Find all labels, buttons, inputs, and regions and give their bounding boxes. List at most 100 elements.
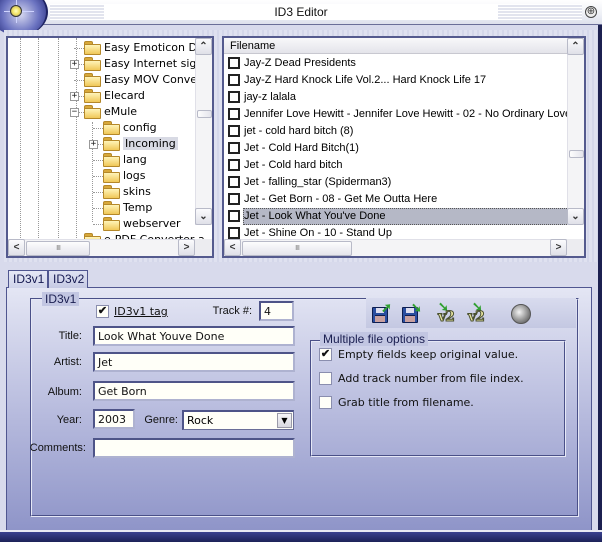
genre-label: Genre: <box>144 414 178 426</box>
expand-icon[interactable]: + <box>70 92 79 101</box>
tree-item-label: webserver <box>123 217 181 230</box>
file-row[interactable]: Jet - Cold Hard Bitch(1) <box>224 140 569 157</box>
tree-item-label: Easy Emoticon Des <box>104 41 210 54</box>
tree-item[interactable]: Elecard <box>84 88 145 104</box>
option-checkbox[interactable] <box>319 372 332 385</box>
tree-scroll-thumb-vertical[interactable] <box>197 110 212 118</box>
file-checkbox[interactable] <box>228 74 240 86</box>
file-checkbox[interactable] <box>228 125 240 137</box>
files-scroll-left-button[interactable]: < <box>224 239 241 256</box>
copy-to-v2-button[interactable]: ➘ v2 <box>468 300 492 326</box>
file-checkbox[interactable] <box>228 159 240 171</box>
option-label[interactable]: Grab title from filename. <box>338 396 474 410</box>
file-checkbox[interactable] <box>228 91 240 103</box>
tree-connector <box>93 192 103 193</box>
comments-input[interactable] <box>93 438 295 458</box>
file-checkbox[interactable] <box>228 176 240 188</box>
column-header-filename[interactable]: Filename <box>224 38 569 54</box>
track-input[interactable]: 4 <box>259 301 294 321</box>
tree-item[interactable]: Easy Emoticon Des <box>84 40 209 56</box>
file-checkbox[interactable] <box>228 227 240 239</box>
tree-item-label: eMule <box>104 105 138 118</box>
tree-item[interactable]: webserver <box>103 216 181 232</box>
tree-scroll-down-button[interactable]: ⌄ <box>195 208 212 225</box>
file-name: Jet - Cold hard bitch <box>244 159 343 171</box>
tree-item[interactable]: lang <box>103 152 147 168</box>
tree-vertical-scrollbar[interactable]: ⌃ ⌄ <box>195 38 212 225</box>
tree-item[interactable]: logs <box>103 168 146 184</box>
option-label[interactable]: Add track number from file index. <box>338 372 524 386</box>
tree-item[interactable]: eMule <box>84 104 137 120</box>
file-list[interactable]: Filename Jay-Z Dead Presidents Jay-Z Hard… <box>222 36 586 258</box>
file-checkbox[interactable] <box>228 193 240 205</box>
tree-scroll-left-button[interactable]: < <box>8 239 25 256</box>
file-row[interactable]: Jet - falling_star (Spiderman3) <box>224 174 569 191</box>
folder-icon <box>103 185 120 199</box>
files-scroll-thumb-vertical[interactable] <box>569 150 584 158</box>
file-checkbox[interactable] <box>228 142 240 154</box>
file-row[interactable]: jet - cold hard bitch (8) <box>224 123 569 140</box>
folder-icon <box>84 105 101 119</box>
artist-input[interactable]: Jet <box>93 352 295 372</box>
artist-label: Artist: <box>53 356 82 368</box>
file-name: jay-z lalala <box>244 91 296 103</box>
tree-horizontal-scrollbar[interactable]: < IIII > <box>8 239 195 256</box>
tree-connector <box>93 176 103 177</box>
option-label[interactable]: Empty fields keep original value. <box>338 348 518 362</box>
dropdown-arrow-icon[interactable]: ▼ <box>277 413 292 428</box>
maximize-button[interactable]: ⊕ <box>585 6 597 18</box>
v2-icon: v2 <box>438 309 456 326</box>
file-row[interactable]: Jet - Look What You've Done <box>224 208 569 225</box>
file-checkbox[interactable] <box>228 108 240 120</box>
file-checkbox[interactable] <box>228 57 240 69</box>
load-tag-button[interactable]: ➘ <box>400 301 424 325</box>
files-scroll-right-button[interactable]: > <box>550 239 567 256</box>
tree-item[interactable]: Easy MOV Convert <box>84 72 206 88</box>
copy-from-v2-button[interactable]: ➘ v2 <box>438 300 462 326</box>
file-row[interactable]: Jet - Cold hard bitch <box>224 157 569 174</box>
tree-scroll-right-button[interactable]: > <box>178 239 195 256</box>
album-input[interactable]: Get Born <box>93 381 295 401</box>
folder-tree[interactable]: Easy Emoticon Des Easy Internet signi + Eas… <box>6 36 214 258</box>
folder-icon <box>103 137 120 151</box>
tree-scroll-thumb-horizontal[interactable]: IIII <box>26 241 90 256</box>
expand-icon[interactable]: + <box>70 60 79 69</box>
play-button[interactable] <box>508 301 532 325</box>
id3v1-tag-checkbox[interactable]: ✔ <box>96 305 109 318</box>
tree-item[interactable]: config <box>103 120 157 136</box>
genre-value: Rock <box>187 414 214 427</box>
tree-connector <box>93 160 103 161</box>
files-scroll-corner <box>567 239 584 256</box>
file-row[interactable]: Jay-Z Hard Knock Life Vol.2... Hard Knoc… <box>224 72 569 89</box>
file-row[interactable]: Jennifer Love Hewitt - Jennifer Love Hew… <box>224 106 571 123</box>
tree-item[interactable]: Temp <box>103 200 152 216</box>
comments-label: Comments: <box>29 442 86 454</box>
expand-icon[interactable]: + <box>89 140 98 149</box>
tree-item[interactable]: Easy Internet signi <box>84 56 206 72</box>
files-scroll-down-button[interactable]: ⌄ <box>567 208 584 225</box>
tab-id3v1[interactable]: ID3v1 <box>8 270 48 288</box>
tree-scroll-up-button[interactable]: ⌃ <box>195 38 212 55</box>
files-scroll-up-button[interactable]: ⌃ <box>567 38 584 55</box>
tree-item[interactable]: Incoming <box>103 136 178 152</box>
file-row[interactable]: Jay-Z Dead Presidents <box>224 55 569 72</box>
title-input[interactable]: Look What Youve Done <box>93 326 295 346</box>
genre-select[interactable]: Rock ▼ <box>182 410 294 430</box>
file-row[interactable]: Jet - Get Born - 08 - Get Me Outta Here <box>224 191 569 208</box>
option-checkbox[interactable] <box>319 396 332 409</box>
album-label: Album: <box>47 386 82 398</box>
file-name: Jet - Look What You've Done <box>244 210 386 222</box>
files-scroll-thumb-horizontal[interactable]: IIII <box>242 241 352 256</box>
year-input[interactable]: 2003 <box>93 409 135 429</box>
tab-id3v2[interactable]: ID3v2 <box>48 270 88 288</box>
option-checkbox[interactable]: ✔ <box>319 348 332 361</box>
file-name: jet - cold hard bitch (8) <box>244 125 354 137</box>
folder-icon <box>103 153 120 167</box>
file-row[interactable]: jay-z lalala <box>224 89 569 106</box>
collapse-icon[interactable]: − <box>70 108 79 117</box>
files-vertical-scrollbar[interactable]: ⌃ ⌄ <box>567 38 584 225</box>
file-checkbox[interactable] <box>228 210 240 222</box>
tree-item[interactable]: skins <box>103 184 151 200</box>
save-tag-button[interactable]: ➚ <box>370 301 394 325</box>
files-horizontal-scrollbar[interactable]: < IIII > <box>224 239 567 256</box>
